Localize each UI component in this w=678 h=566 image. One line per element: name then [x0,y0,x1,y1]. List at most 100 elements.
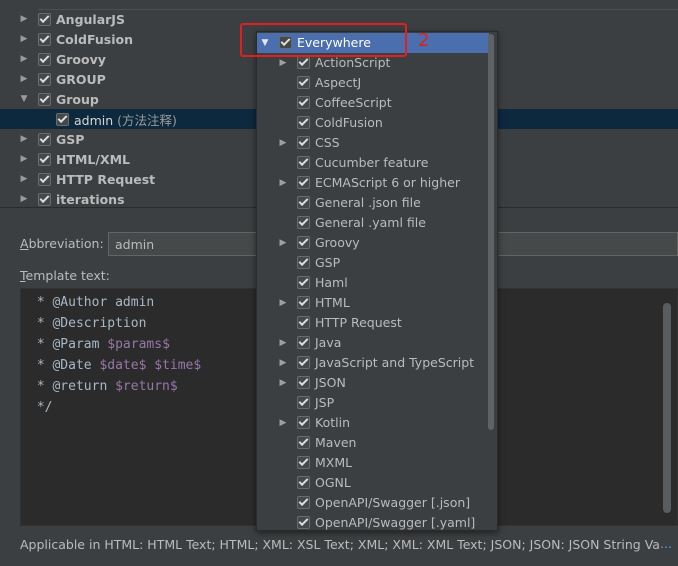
context-item[interactable]: OGNL [257,473,489,493]
context-checkbox[interactable] [297,216,310,229]
context-checkbox[interactable] [297,376,310,389]
context-item[interactable]: Haml [257,273,489,293]
template-line: * @return $return$ [29,379,178,400]
context-label: GSP [315,255,341,270]
expand-arrow-icon[interactable]: ▶ [19,129,29,149]
group-checkbox[interactable] [38,32,51,46]
context-checkbox[interactable] [297,436,310,449]
context-selector-popup[interactable]: ▼ Everywhere ▶ ActionScript AspectJ CoffeeScr… [256,31,498,531]
expand-arrow-icon[interactable]: ▶ [19,49,29,69]
context-checkbox[interactable] [297,236,310,249]
context-checkbox[interactable] [297,416,310,429]
context-checkbox[interactable] [297,196,310,209]
context-item[interactable]: ▶ JSON [257,373,489,393]
context-checkbox[interactable] [297,96,310,109]
context-item[interactable]: ▶ Java [257,333,489,353]
expand-arrow-icon[interactable]: ▶ [19,9,29,29]
context-item[interactable]: ▶ HTML [257,293,489,313]
context-checkbox[interactable] [297,456,310,469]
context-checkbox[interactable] [297,156,310,169]
context-label: General .json file [315,195,421,210]
group-checkbox[interactable] [38,192,51,206]
group-checkbox[interactable] [38,52,51,66]
group-label: HTML/XML [56,151,130,167]
context-checkbox[interactable] [297,116,310,129]
context-item[interactable]: General .json file [257,193,489,213]
context-label: Kotlin [315,415,350,430]
template-line-text: */ [29,400,53,415]
context-label: JavaScript and TypeScript [315,355,475,370]
group-checkbox[interactable] [38,132,51,146]
expand-arrow-icon[interactable]: ▶ [19,169,29,189]
context-item[interactable]: ▶ Groovy [257,233,489,253]
context-item[interactable]: ColdFusion [257,113,489,133]
collapse-arrow-icon[interactable]: ▼ [19,89,29,109]
context-label: ActionScript [315,55,391,70]
change-context-link[interactable]: ... [660,536,672,551]
expand-arrow-icon[interactable]: ▶ [277,353,289,373]
context-item[interactable]: MXML [257,453,489,473]
context-checkbox[interactable] [297,356,310,369]
context-checkbox[interactable] [297,496,310,509]
expand-arrow-icon[interactable]: ▶ [19,29,29,49]
context-item[interactable]: General .yaml file [257,213,489,233]
context-label: OpenAPI/Swagger [.json] [315,495,471,510]
context-item[interactable]: CoffeeScript [257,93,489,113]
template-label: admin (方法注释) [74,110,177,129]
context-item[interactable]: ▶ JavaScript and TypeScript [257,353,489,373]
context-checkbox[interactable] [297,76,310,89]
context-checkbox[interactable] [297,316,310,329]
template-variable: $date$ $time$ [99,358,202,373]
context-checkbox[interactable] [297,176,310,189]
group-label: Group [56,91,99,107]
group-checkbox[interactable] [38,172,51,186]
context-item[interactable]: ▶ CSS [257,133,489,153]
expand-arrow-icon[interactable]: ▶ [277,133,289,153]
group-checkbox[interactable] [38,12,51,26]
group-checkbox[interactable] [38,72,51,86]
group-checkbox[interactable] [38,92,51,106]
expand-arrow-icon[interactable]: ▶ [19,189,29,209]
expand-arrow-icon[interactable]: ▶ [19,69,29,89]
context-item[interactable]: AspectJ [257,73,489,93]
context-checkbox[interactable] [297,296,310,309]
expand-arrow-icon[interactable]: ▶ [277,333,289,353]
context-checkbox[interactable] [297,256,310,269]
expand-arrow-icon[interactable]: ▶ [19,149,29,169]
context-checkbox[interactable] [297,276,310,289]
template-line-text: * @Date [29,358,100,373]
expand-arrow-icon[interactable]: ▶ [277,173,289,193]
context-checkbox[interactable] [297,56,310,69]
editor-scrollbar[interactable] [663,303,671,513]
context-label: CSS [315,135,340,150]
group-label: GSP [56,131,85,147]
expand-arrow-icon[interactable]: ▶ [277,233,289,253]
context-checkbox[interactable] [297,336,310,349]
context-item[interactable]: ▶ ECMAScript 6 or higher [257,173,489,193]
expand-arrow-icon[interactable]: ▶ [277,413,289,433]
context-checkbox[interactable] [297,136,310,149]
popup-scrollbar[interactable] [488,34,494,430]
context-label: JSON [315,375,346,390]
annotation-highlight-box [240,23,407,57]
context-label: OpenAPI/Swagger [.yaml] [315,515,476,530]
group-label: HTTP Request [56,171,156,187]
context-item[interactable]: JSP [257,393,489,413]
template-line: * @Date $date$ $time$ [29,358,201,379]
group-checkbox[interactable] [38,152,51,166]
context-item[interactable]: ▶ Kotlin [257,413,489,433]
context-item[interactable]: OpenAPI/Swagger [.yaml] [257,513,489,530]
expand-arrow-icon[interactable]: ▶ [277,293,289,313]
context-item[interactable]: GSP [257,253,489,273]
expand-arrow-icon[interactable]: ▶ [277,373,289,393]
context-label: JSP [315,395,335,410]
context-item[interactable]: OpenAPI/Swagger [.json] [257,493,489,513]
context-checkbox[interactable] [297,396,310,409]
context-item[interactable]: HTTP Request [257,313,489,333]
group-label: iterations [56,191,125,207]
template-checkbox[interactable] [56,112,69,126]
context-checkbox[interactable] [297,476,310,489]
context-item[interactable]: Maven [257,433,489,453]
context-checkbox[interactable] [297,516,310,529]
context-item[interactable]: Cucumber feature [257,153,489,173]
